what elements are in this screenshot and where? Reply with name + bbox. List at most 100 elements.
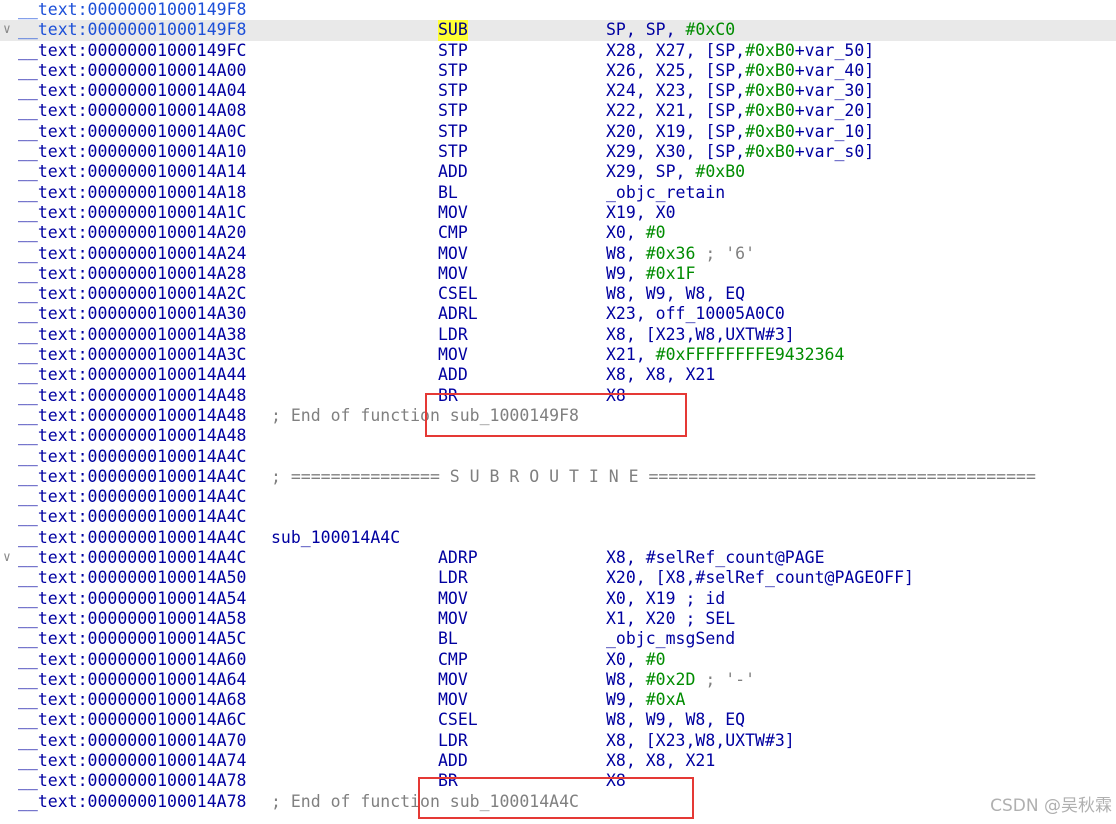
listing-line[interactable]: __text:0000000100014A10 STP X29, X30, [SP,… [0,142,1116,162]
line-address[interactable]: __text:0000000100014A70 [18,731,246,751]
line-address[interactable]: __text:0000000100014A78 [18,771,246,791]
instruction-operands[interactable]: X8, #selRef_count@PAGE [606,548,825,568]
line-address[interactable]: __text:0000000100014A48 [18,406,246,426]
instruction-mnemonic[interactable]: MOV [438,589,468,609]
listing-line[interactable]: __text:0000000100014A2C CSEL W8, W9, W8, E… [0,284,1116,304]
instruction-mnemonic[interactable]: MOV [438,264,468,284]
instruction-mnemonic[interactable]: STP [438,142,468,162]
line-address[interactable]: __text:0000000100014A0C [18,122,246,142]
instruction-operands[interactable]: W9, #0x1F [606,264,695,284]
listing-line[interactable]: __text:0000000100014A20 CMP X0, #0 [0,223,1116,243]
listing-line[interactable]: __text:0000000100014A00 STP X26, X25, [SP,… [0,61,1116,81]
listing-line[interactable]: __text:0000000100014A64 MOV W8, #0x2D ; '-… [0,670,1116,690]
listing-line[interactable]: __text:0000000100014A4C ; ===============… [0,467,1116,487]
instruction-mnemonic[interactable]: STP [438,81,468,101]
line-address[interactable]: __text:0000000100014A20 [18,223,246,243]
line-address[interactable]: __text:0000000100014A78 [18,792,246,812]
fold-chevron-icon[interactable]: ∨ [3,548,17,568]
line-address[interactable]: __text:00000001000149F8 [18,20,246,40]
instruction-operands[interactable]: W8, W9, W8, EQ [606,710,745,730]
line-address[interactable]: __text:0000000100014A48 [18,386,246,406]
listing-line[interactable]: __text:0000000100014A5C BL _objc_msgSend [0,629,1116,649]
listing-line[interactable]: __text:0000000100014A14 ADD X29, SP, #0xB0 [0,162,1116,182]
instruction-mnemonic[interactable]: STP [438,101,468,121]
line-address[interactable]: __text:0000000100014A38 [18,325,246,345]
instruction-mnemonic[interactable]: CMP [438,650,468,670]
listing-line[interactable]: __text:0000000100014A74 ADD X8, X8, X21 [0,751,1116,771]
listing-line[interactable]: __text:0000000100014A30 ADRL X23, off_1000… [0,304,1116,324]
line-address[interactable]: __text:0000000100014A30 [18,304,246,324]
instruction-operands[interactable]: X24, X23, [SP,#0xB0+var_30] [606,81,874,101]
instruction-mnemonic[interactable]: STP [438,61,468,81]
line-address[interactable]: __text:0000000100014A54 [18,589,246,609]
line-address[interactable]: __text:0000000100014A2C [18,284,246,304]
line-address[interactable]: __text:0000000100014A74 [18,751,246,771]
listing-line[interactable]: __text:0000000100014A3C MOV X21, #0xFFFFFF… [0,345,1116,365]
instruction-mnemonic[interactable]: LDR [438,568,468,588]
line-address[interactable]: __text:0000000100014A50 [18,568,246,588]
line-address[interactable]: __text:0000000100014A10 [18,142,246,162]
line-address[interactable]: __text:0000000100014A6C [18,710,246,730]
instruction-mnemonic[interactable]: ADD [438,365,468,385]
line-address[interactable]: __text:0000000100014A3C [18,345,246,365]
listing-line[interactable]: __text:0000000100014A68 MOV W9, #0xA [0,690,1116,710]
instruction-operands[interactable]: SP, SP, #0xC0 [606,20,735,40]
function-label[interactable]: sub_100014A4C [271,528,400,548]
instruction-operands[interactable]: _objc_msgSend [606,629,735,649]
instruction-mnemonic[interactable]: CSEL [438,284,478,304]
instruction-operands[interactable]: X26, X25, [SP,#0xB0+var_40] [606,61,874,81]
line-address[interactable]: __text:0000000100014A04 [18,81,246,101]
line-address[interactable]: __text:0000000100014A64 [18,670,246,690]
listing-line[interactable]: __text:0000000100014A38 LDR X8, [X23,W8,UX… [0,325,1116,345]
instruction-mnemonic[interactable]: MOV [438,670,468,690]
listing-line[interactable]: __text:0000000100014A4C [0,447,1116,467]
line-address[interactable]: __text:0000000100014A4C [18,528,246,548]
listing-line[interactable]: __text:0000000100014A54 MOV X0, X19 ; id [0,589,1116,609]
instruction-mnemonic[interactable]: LDR [438,731,468,751]
instruction-operands[interactable]: X0, #0 [606,650,666,670]
listing-line[interactable]: __text:0000000100014A04 STP X24, X23, [SP,… [0,81,1116,101]
line-address[interactable]: __text:0000000100014A18 [18,183,246,203]
instruction-mnemonic[interactable]: MOV [438,690,468,710]
instruction-mnemonic[interactable]: ADRL [438,304,478,324]
instruction-operands[interactable]: X0, #0 [606,223,666,243]
instruction-mnemonic[interactable]: MOV [438,203,468,223]
line-address[interactable]: __text:0000000100014A24 [18,244,246,264]
instruction-mnemonic[interactable]: CSEL [438,710,478,730]
instruction-operands[interactable]: _objc_retain [606,183,725,203]
listing-line[interactable]: __text:0000000100014A60 CMP X0, #0 [0,650,1116,670]
line-address[interactable]: __text:0000000100014A60 [18,650,246,670]
instruction-mnemonic[interactable]: MOV [438,345,468,365]
instruction-operands[interactable]: X22, X21, [SP,#0xB0+var_20] [606,101,874,121]
instruction-operands[interactable]: X29, SP, #0xB0 [606,162,745,182]
instruction-mnemonic[interactable]: ADRP [438,548,478,568]
listing-line[interactable]: __text:0000000100014A28 MOV W9, #0x1F [0,264,1116,284]
instruction-mnemonic[interactable]: STP [438,122,468,142]
instruction-mnemonic[interactable]: MOV [438,244,468,264]
line-address[interactable]: __text:0000000100014A28 [18,264,246,284]
instruction-mnemonic[interactable]: BL [438,629,458,649]
line-address[interactable]: __text:0000000100014A4C [18,467,246,487]
line-address[interactable]: __text:0000000100014A08 [18,101,246,121]
instruction-mnemonic[interactable]: SUB [438,20,468,41]
line-address[interactable]: __text:0000000100014A4C [18,487,246,507]
line-address[interactable]: __text:0000000100014A4C [18,447,246,467]
instruction-operands[interactable]: W9, #0xA [606,690,686,710]
instruction-operands[interactable]: W8, W9, W8, EQ [606,284,745,304]
line-address[interactable]: __text:0000000100014A4C [18,507,246,527]
line-address[interactable]: __text:00000001000149F8 [18,0,246,20]
line-address[interactable]: __text:0000000100014A44 [18,365,246,385]
listing-line[interactable]: __text:00000001000149F8 [0,0,1116,20]
instruction-operands[interactable]: X0, X19 ; id [606,589,725,609]
listing-line[interactable]: __text:0000000100014A50 LDR X20, [X8,#selR… [0,568,1116,588]
line-address[interactable]: __text:00000001000149FC [18,41,246,61]
listing-line[interactable]: __text:0000000100014A1C MOV X19, X0 [0,203,1116,223]
listing-line[interactable]: __text:0000000100014A18 BL _objc_retain [0,183,1116,203]
instruction-operands[interactable]: X21, #0xFFFFFFFFE9432364 [606,345,844,365]
instruction-operands[interactable]: X20, X19, [SP,#0xB0+var_10] [606,122,874,142]
instruction-mnemonic[interactable]: CMP [438,223,468,243]
instruction-operands[interactable]: X8, X8, X21 [606,751,715,771]
instruction-operands[interactable]: X28, X27, [SP,#0xB0+var_50] [606,41,874,61]
line-address[interactable]: __text:0000000100014A4C [18,548,246,568]
listing-line[interactable]: ∨ __text:0000000100014A4C ADRP X8, #selRef_… [0,548,1116,568]
